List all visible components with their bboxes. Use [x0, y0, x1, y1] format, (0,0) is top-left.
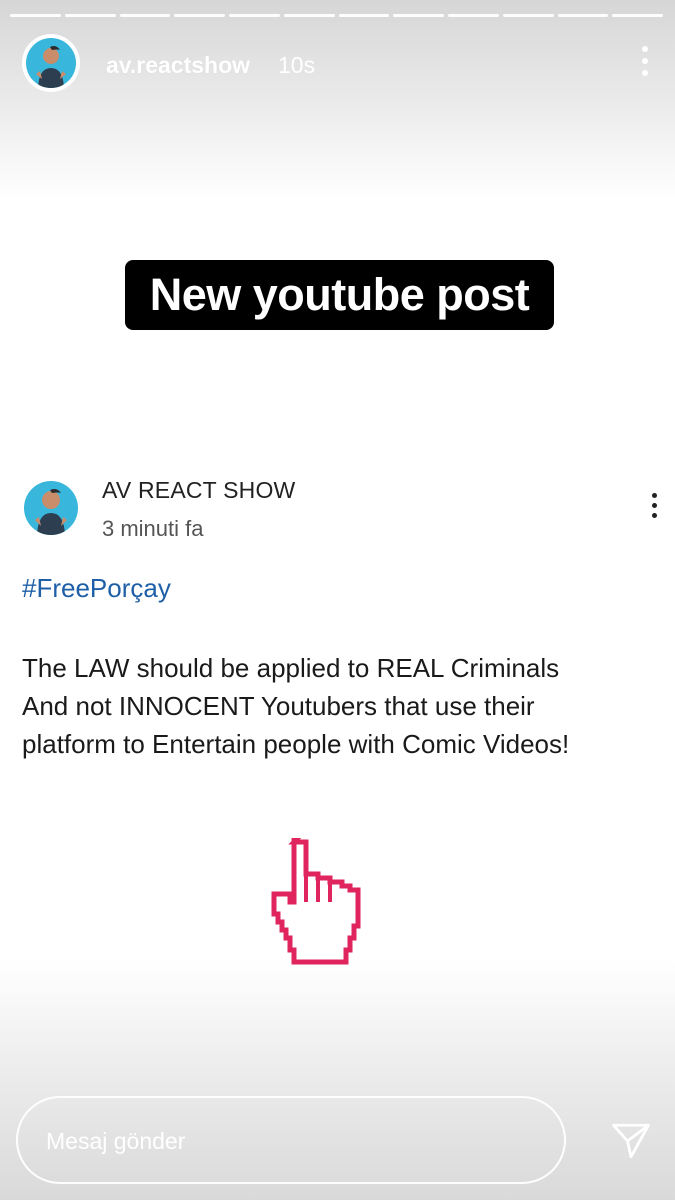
story-timestamp: 10s — [278, 52, 316, 78]
more-vert-icon — [649, 493, 659, 523]
channel-name: AV REACT SHOW — [102, 477, 296, 503]
person-icon — [36, 46, 66, 88]
story-header: av.reactshow 10s — [22, 34, 653, 96]
post-line: And not INNOCENT Youtubers that use thei… — [22, 691, 535, 721]
story-viewer[interactable]: av.reactshow 10s New youtube post AV REA… — [0, 0, 675, 1200]
progress-segment — [174, 14, 225, 17]
progress-segment — [448, 14, 499, 17]
channel-avatar — [24, 481, 78, 535]
person-icon — [35, 489, 67, 535]
post-line: platform to Entertain people with Comic … — [22, 729, 570, 759]
progress-segment — [502, 14, 554, 17]
progress-segment — [557, 14, 609, 17]
message-placeholder: Mesaj gönder — [46, 1128, 186, 1154]
post-body: The LAW should be applied to REAL Crimin… — [22, 649, 662, 763]
message-input[interactable]: Mesaj gönder — [16, 1096, 566, 1184]
avatar[interactable] — [22, 34, 80, 92]
post-time: 3 minuti fa — [102, 516, 204, 541]
story-username[interactable]: av.reactshow — [106, 52, 250, 79]
story-progress — [10, 14, 663, 18]
progress-segment — [283, 14, 335, 17]
progress-segment — [10, 14, 61, 17]
youtube-post-card[interactable]: AV REACT SHOW 3 minuti fa #FreePorçay Th… — [0, 465, 675, 760]
hand-cursor-icon — [271, 838, 361, 965]
progress-segment — [338, 14, 390, 17]
hashtag-link: #FreePorçay — [22, 573, 171, 603]
progress-segment — [612, 14, 663, 17]
progress-segment — [393, 14, 444, 17]
post-line: The LAW should be applied to REAL Crimin… — [22, 653, 560, 683]
progress-segment — [64, 14, 116, 17]
send-icon[interactable] — [610, 1120, 652, 1162]
more-vert-icon[interactable] — [637, 46, 653, 80]
text-sticker: New youtube post — [125, 260, 554, 330]
progress-segment — [229, 14, 280, 17]
progress-segment — [119, 14, 171, 17]
avatar-image — [26, 38, 76, 88]
